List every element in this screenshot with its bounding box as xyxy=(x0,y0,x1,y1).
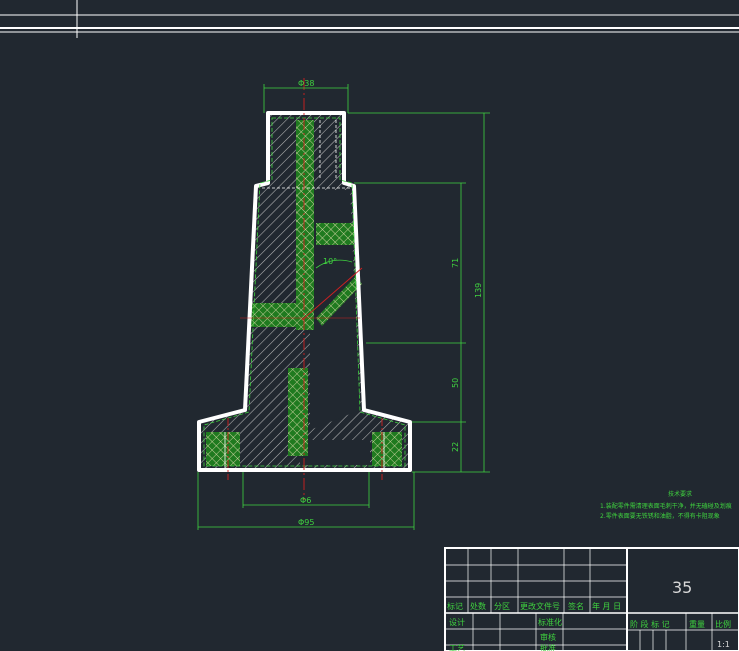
tb-label-date: 年 月 日 xyxy=(592,601,621,611)
cad-drawing-canvas: Φ38 71 139 50 22 Φ6 Φ95 10° 技术要求 1.装配零件需… xyxy=(0,0,739,651)
tb-approve: 批准 xyxy=(540,643,556,651)
tb-scale-label: 比例 xyxy=(715,619,731,629)
technical-notes: 技术要求 1.装配零件需清理表面毛刺干净，并无磕碰及划痕 2.零件表面要无铁锈和… xyxy=(600,490,732,520)
dim-total-height: 139 xyxy=(474,283,483,298)
tb-scale-value: 1:1 xyxy=(717,640,730,649)
tb-label-mark: 标记 xyxy=(447,601,463,611)
notes-line-2: 2.零件表面要无铁锈和油脂，不得有卡阻现象 xyxy=(600,512,720,520)
dim-angle: 10° xyxy=(323,257,337,266)
tb-design: 设计 xyxy=(449,617,465,627)
title-block xyxy=(444,547,739,651)
tb-standardize: 标准化 xyxy=(538,617,562,627)
tb-label-change-doc: 更改文件号 xyxy=(520,601,560,611)
notes-line-1: 1.装配零件需清理表面毛刺干净，并无磕碰及划痕 xyxy=(600,502,732,510)
frame-top xyxy=(0,0,739,38)
dim-upper-height: 71 xyxy=(451,258,460,268)
tb-process: 工艺 xyxy=(449,644,465,651)
tb-label-zone: 分区 xyxy=(494,602,510,611)
tb-material: 35 xyxy=(672,578,692,597)
title-block-text: 标记 处数 分区 更改文件号 签名 年 月 日 设计 标准化 审核 工艺 批准 … xyxy=(447,578,731,651)
dim-top-diameter: Φ38 xyxy=(298,79,314,88)
dim-base-height: 22 xyxy=(451,442,460,452)
tb-weight: 重量 xyxy=(689,619,705,629)
dim-lower-height: 50 xyxy=(451,378,460,388)
tb-label-count: 处数 xyxy=(470,601,486,611)
part-section xyxy=(197,111,412,472)
dim-bore: Φ6 xyxy=(300,496,311,505)
tb-stage: 阶 段 标 记 xyxy=(630,619,670,629)
notes-title: 技术要求 xyxy=(668,490,692,498)
tb-label-signature: 签名 xyxy=(568,601,584,611)
tb-review: 审核 xyxy=(540,632,556,642)
dim-base-width: Φ95 xyxy=(298,518,314,527)
